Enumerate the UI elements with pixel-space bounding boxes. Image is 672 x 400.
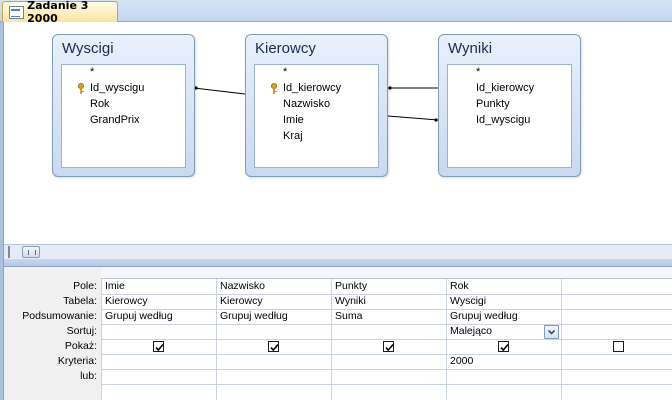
grid-cell-tabela[interactable] bbox=[562, 294, 672, 309]
chevron-down-icon bbox=[547, 329, 556, 335]
field-all[interactable]: * bbox=[283, 66, 287, 78]
grid-cell-kryteria[interactable] bbox=[102, 354, 216, 369]
sort-dropdown[interactable]: Malejąco bbox=[447, 324, 544, 339]
table-wyscigi[interactable]: Wyscigi * Id_wyscigu Rok GrandPrix bbox=[52, 34, 195, 177]
dropdown-button[interactable] bbox=[544, 325, 559, 339]
primary-key-icon bbox=[271, 83, 277, 94]
grid-row-labels: Pole: Tabela: Podsumowanie: Sortuj: Poka… bbox=[4, 267, 101, 400]
checkmark-icon bbox=[270, 343, 279, 352]
query-icon bbox=[9, 6, 25, 19]
row-label-pole: Pole: bbox=[73, 280, 97, 292]
field-rok[interactable]: Rok bbox=[90, 98, 110, 110]
show-checkbox[interactable] bbox=[383, 341, 394, 352]
field-grandprix[interactable]: GrandPrix bbox=[90, 114, 140, 126]
grid-cell-lub[interactable] bbox=[562, 369, 672, 384]
scrollbar-thumb[interactable] bbox=[22, 246, 40, 258]
grid-cell-sortuj[interactable] bbox=[102, 324, 216, 339]
row-label-podsumowanie: Podsumowanie: bbox=[22, 310, 97, 322]
grid-cell-lub[interactable] bbox=[332, 369, 446, 384]
grid-cell-pole[interactable]: Punkty bbox=[332, 279, 446, 294]
grid-row-divider bbox=[101, 339, 672, 340]
field-list[interactable]: * Id_kierowcy Punkty Id_wyscigu bbox=[447, 64, 572, 168]
show-checkbox[interactable] bbox=[613, 341, 624, 352]
field-nazwisko[interactable]: Nazwisko bbox=[283, 98, 330, 110]
grid-cell-pole[interactable]: Rok bbox=[447, 279, 561, 294]
grid-row-divider bbox=[101, 384, 672, 385]
row-label-sortuj: Sortuj: bbox=[66, 325, 97, 337]
grid-cell-podsumowanie[interactable] bbox=[562, 309, 672, 324]
grid-cell-podsumowanie[interactable]: Grupuj według bbox=[447, 309, 561, 324]
relationship-endpoint bbox=[388, 86, 392, 90]
checkmark-icon bbox=[385, 343, 394, 352]
field-all[interactable]: * bbox=[476, 66, 480, 78]
table-wyniki[interactable]: Wyniki * Id_kierowcy Punkty Id_wyscigu bbox=[438, 34, 581, 177]
relationship-line-wyscigi-wyniki-2 bbox=[387, 115, 439, 121]
document-tab-strip: Zadanie 3 2000 bbox=[0, 0, 672, 25]
grid-cell-podsumowanie[interactable]: Grupuj według bbox=[217, 309, 331, 324]
table-title: Wyscigi bbox=[62, 40, 114, 57]
show-checkbox[interactable] bbox=[268, 341, 279, 352]
row-label-tabela: Tabela: bbox=[63, 295, 97, 307]
grid-cell-podsumowanie[interactable]: Grupuj według bbox=[102, 309, 216, 324]
grid-cell-kryteria[interactable] bbox=[217, 354, 331, 369]
column-selector-strip[interactable] bbox=[101, 267, 672, 279]
scroll-left-icon[interactable] bbox=[8, 246, 20, 258]
field-id-wyscigu[interactable]: Id_wyscigu bbox=[90, 82, 144, 94]
row-label-kryteria: Kryteria: bbox=[57, 355, 97, 367]
query-design-diagram: Wyscigi * Id_wyscigu Rok GrandPrix Kiero… bbox=[4, 22, 672, 244]
document-tab[interactable]: Zadanie 3 2000 bbox=[2, 0, 118, 25]
checkmark-icon bbox=[500, 343, 509, 352]
grid-cell-pole[interactable]: Imie bbox=[102, 279, 216, 294]
relationship-line-wyscigi-wyniki bbox=[193, 87, 246, 95]
show-checkbox[interactable] bbox=[498, 341, 509, 352]
table-title: Kierowcy bbox=[255, 40, 316, 57]
field-id-kierowcy[interactable]: Id_kierowcy bbox=[283, 82, 341, 94]
grid-cell-kryteria[interactable] bbox=[562, 354, 672, 369]
grid-cell-lub[interactable] bbox=[102, 369, 216, 384]
diagram-horizontal-scrollbar[interactable] bbox=[4, 244, 672, 259]
table-kierowcy[interactable]: Kierowcy * Id_kierowcy Nazwisko Imie Kra… bbox=[245, 34, 388, 177]
field-list[interactable]: * Id_wyscigu Rok GrandPrix bbox=[61, 64, 186, 168]
grid-cell-sortuj[interactable] bbox=[332, 324, 446, 339]
field-kraj[interactable]: Kraj bbox=[283, 130, 303, 142]
field-id-wyscigu[interactable]: Id_wyscigu bbox=[476, 114, 530, 126]
query-design-grid: Pole: Tabela: Podsumowanie: Sortuj: Poka… bbox=[4, 267, 672, 400]
grid-cell-kryteria[interactable] bbox=[332, 354, 446, 369]
grid-cell-lub[interactable] bbox=[447, 369, 561, 384]
grid-cell-tabela[interactable]: Kierowcy bbox=[217, 294, 331, 309]
grid-cell-podsumowanie[interactable]: Suma bbox=[332, 309, 446, 324]
grid-cell-tabela[interactable]: Wyscigi bbox=[447, 294, 561, 309]
grid-cell-kryteria[interactable]: 2000 bbox=[447, 354, 561, 369]
field-imie[interactable]: Imie bbox=[283, 114, 304, 126]
primary-key-icon bbox=[78, 83, 84, 94]
table-title: Wyniki bbox=[448, 40, 493, 57]
show-checkbox[interactable] bbox=[153, 341, 164, 352]
field-id-kierowcy[interactable]: Id_kierowcy bbox=[476, 82, 534, 94]
row-label-pokaz: Pokaż: bbox=[64, 340, 97, 352]
grid-cell-pole[interactable] bbox=[562, 279, 672, 294]
field-all[interactable]: * bbox=[90, 66, 94, 78]
row-label-lub: lub: bbox=[80, 370, 97, 382]
grid-cell-sortuj[interactable] bbox=[217, 324, 331, 339]
grid-cell-lub[interactable] bbox=[217, 369, 331, 384]
grid-cell-pole[interactable]: Nazwisko bbox=[217, 279, 331, 294]
grid-cell-tabela[interactable]: Kierowcy bbox=[102, 294, 216, 309]
checkmark-icon bbox=[155, 343, 164, 352]
pane-splitter[interactable] bbox=[4, 259, 672, 267]
grid-cell-tabela[interactable]: Wyniki bbox=[332, 294, 446, 309]
grid-cell-sortuj[interactable] bbox=[562, 324, 672, 339]
field-list[interactable]: * Id_kierowcy Nazwisko Imie Kraj bbox=[254, 64, 379, 168]
field-punkty[interactable]: Punkty bbox=[476, 98, 510, 110]
